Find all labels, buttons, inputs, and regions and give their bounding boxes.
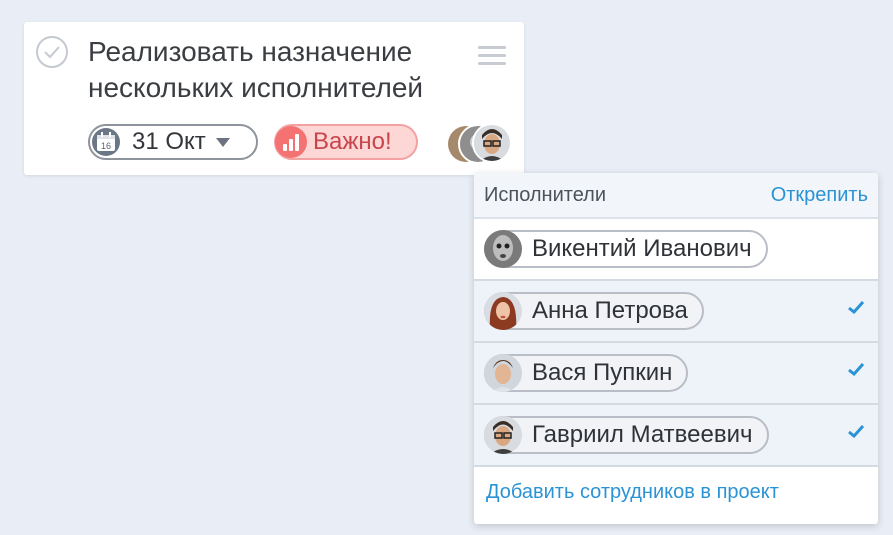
avatar: [484, 354, 522, 392]
avatar: [484, 416, 522, 454]
assignee-chip: Гавриил Матвеевич: [484, 416, 769, 454]
task-card: Реализовать назначение нескольких исполн…: [24, 22, 524, 175]
priority-button[interactable]: Важно!: [274, 124, 418, 160]
drag-handle-icon[interactable]: [478, 46, 506, 66]
unpin-link[interactable]: Открепить: [771, 184, 868, 207]
assignee-row-vasya[interactable]: Вася Пупкин: [474, 343, 878, 405]
avatar: [484, 230, 522, 268]
priority-bars-icon: [275, 126, 307, 158]
assignee-name: Вася Пупкин: [532, 359, 673, 386]
checkmark-icon: [848, 363, 864, 376]
avatar: [472, 123, 512, 163]
popup-header: Исполнители Открепить: [474, 173, 878, 219]
svg-text:16: 16: [101, 141, 111, 151]
assignee-name: Гавриил Матвеевич: [532, 421, 753, 448]
assignee-chip: Вася Пупкин: [484, 354, 689, 392]
due-date-button[interactable]: 16 31 Окт: [88, 124, 258, 160]
calendar-icon: 16: [92, 128, 120, 156]
due-date-label: 31 Окт: [132, 128, 206, 155]
popup-title: Исполнители: [484, 183, 607, 206]
add-employees-link[interactable]: Добавить сотрудников в проект: [474, 467, 878, 517]
assignee-name: Викентий Иванович: [532, 235, 752, 262]
assignee-chip: Викентий Иванович: [484, 230, 768, 268]
assignee-row-vikentiy[interactable]: Викентий Иванович: [474, 219, 878, 281]
assignee-row-gavriil[interactable]: Гавриил Матвеевич: [474, 405, 878, 467]
assignee-avatars[interactable]: [444, 123, 514, 164]
checkmark-icon: [848, 425, 864, 438]
complete-task-checkbox[interactable]: [36, 36, 68, 68]
checkmark-icon: [44, 46, 60, 59]
assignee-name: Анна Петрова: [532, 297, 688, 324]
chevron-down-icon: [215, 137, 230, 147]
assignee-chip: Анна Петрова: [484, 292, 704, 330]
checkmark-icon: [848, 301, 864, 314]
task-title[interactable]: Реализовать назначение нескольких исполн…: [88, 34, 468, 106]
assignee-row-anna[interactable]: Анна Петрова: [474, 281, 878, 343]
assignees-popup: Исполнители Открепить Викентий Иванович: [474, 173, 878, 524]
avatar: [484, 292, 522, 330]
priority-label: Важно!: [313, 128, 392, 155]
